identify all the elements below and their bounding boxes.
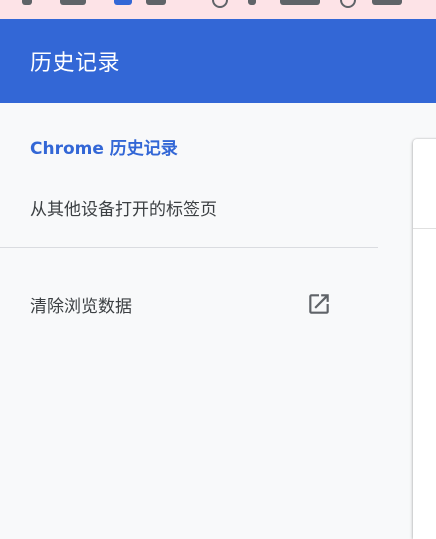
tab-loading-icon (340, 0, 356, 8)
sidebar-item-chrome-history[interactable]: Chrome 历史记录 (30, 134, 178, 159)
card-divider (413, 228, 436, 229)
browser-tabstrip (0, 0, 436, 19)
history-header: 历史记录 (0, 19, 436, 103)
tab-fragment (60, 0, 86, 5)
history-content-card (413, 139, 436, 539)
tab-fragment (280, 0, 320, 5)
tab-fragment (248, 0, 256, 5)
tab-loading-icon (212, 0, 228, 8)
page-title: 历史记录 (30, 51, 121, 76)
sidebar-item-tabs-from-other-devices[interactable]: 从其他设备打开的标签页 (30, 195, 217, 220)
tab-fragment (146, 0, 166, 5)
clear-browsing-data-link[interactable]: 清除浏览数据 (30, 290, 332, 318)
clear-browsing-data-label: 清除浏览数据 (30, 296, 132, 317)
external-link-icon (306, 291, 332, 317)
sidebar-item-label: 从其他设备打开的标签页 (30, 200, 217, 220)
sidebar-divider (0, 247, 378, 248)
tab-fragment (372, 0, 402, 5)
tab-favicon (114, 0, 132, 5)
sidebar-item-label: Chrome 历史记录 (30, 139, 178, 159)
tab-fragment (22, 0, 32, 5)
